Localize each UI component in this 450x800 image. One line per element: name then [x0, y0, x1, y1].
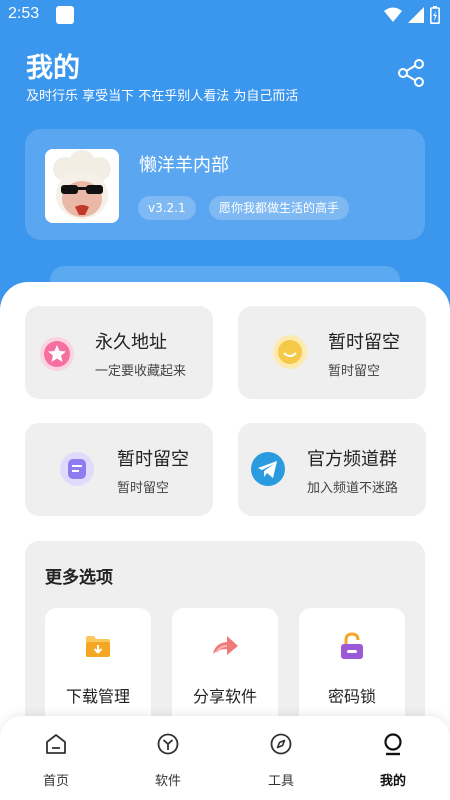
option-label: 下载管理: [65, 687, 130, 706]
battery-icon: [430, 6, 440, 24]
option-password-lock[interactable]: 密码锁: [299, 608, 405, 728]
nav-item-profile[interactable]: 我的: [358, 730, 428, 790]
nav-item-software[interactable]: 软件: [133, 730, 203, 790]
profile-card[interactable]: 懒洋羊内部 v3.2.1 愿你我都做生活的高手: [25, 129, 425, 240]
option-label: 密码锁: [327, 687, 376, 706]
motto-badge: 愿你我都做生活的高手: [209, 196, 350, 220]
feature-card-title: 永久地址: [95, 332, 167, 353]
nav-label: 软件: [154, 774, 181, 789]
profile-name: 懒洋羊内部: [139, 155, 229, 176]
lock-icon: [341, 632, 363, 659]
feature-card-permanent-address[interactable]: 永久地址 一定要收藏起来: [25, 306, 213, 399]
feature-card-subtitle: 暂时留空: [117, 481, 170, 496]
folder-download-icon: [86, 636, 110, 657]
feature-card-subtitle: 暂时留空: [328, 364, 381, 379]
feature-card-official-channel[interactable]: 官方频道群 加入频道不迷路: [238, 423, 426, 516]
nav-label: 工具: [267, 774, 294, 789]
more-options-panel: 更多选项 下载管理 分享软件 密码锁: [25, 541, 425, 741]
status-icons: [384, 6, 440, 24]
share-arrow-icon: [213, 636, 238, 655]
feature-card-title: 官方频道群: [307, 449, 397, 470]
more-options-title: 更多选项: [45, 568, 113, 588]
star-icon: [40, 337, 74, 371]
option-share-app[interactable]: 分享软件: [172, 608, 278, 728]
share-button[interactable]: [394, 56, 428, 90]
version-badge: v3.2.1: [138, 196, 196, 220]
option-download-manager[interactable]: 下载管理: [45, 608, 151, 728]
feature-card-placeholder-2[interactable]: 暂时留空 暂时留空: [25, 423, 213, 516]
page-title: 我的: [26, 53, 80, 84]
feature-card-subtitle: 一定要收藏起来: [95, 364, 187, 379]
nav-item-home[interactable]: 首页: [21, 730, 91, 790]
feature-card-subtitle: 加入频道不迷路: [307, 481, 399, 496]
sheep-avatar-icon: [45, 149, 119, 223]
compass-icon: [270, 733, 292, 755]
signal-icon: [408, 7, 424, 23]
option-label: 分享软件: [192, 687, 257, 706]
nav-label: 我的: [379, 774, 406, 789]
status-time: 2:53: [8, 5, 40, 22]
telegram-icon: [251, 452, 285, 486]
nav-label: 首页: [42, 774, 69, 789]
apps-icon: [157, 733, 179, 755]
feature-card-title: 暂时留空: [117, 449, 189, 470]
note-icon: [60, 452, 94, 486]
avatar[interactable]: [45, 149, 119, 223]
feature-card-placeholder-1[interactable]: 暂时留空 暂时留空: [238, 306, 426, 399]
wifi-icon: [384, 7, 402, 22]
share-icon: [398, 59, 424, 87]
profile-icon: [384, 733, 402, 756]
home-icon: [46, 734, 66, 754]
smile-icon: [273, 335, 307, 369]
status-bar: 2:53: [0, 0, 450, 32]
notification-icon: [56, 6, 74, 24]
page-subtitle: 及时行乐 享受当下 不在乎别人看法 为自己而活: [26, 89, 299, 104]
feature-card-title: 暂时留空: [328, 332, 400, 353]
nav-item-tools[interactable]: 工具: [246, 730, 316, 790]
bottom-nav: 首页 软件 工具 我的: [0, 716, 450, 800]
